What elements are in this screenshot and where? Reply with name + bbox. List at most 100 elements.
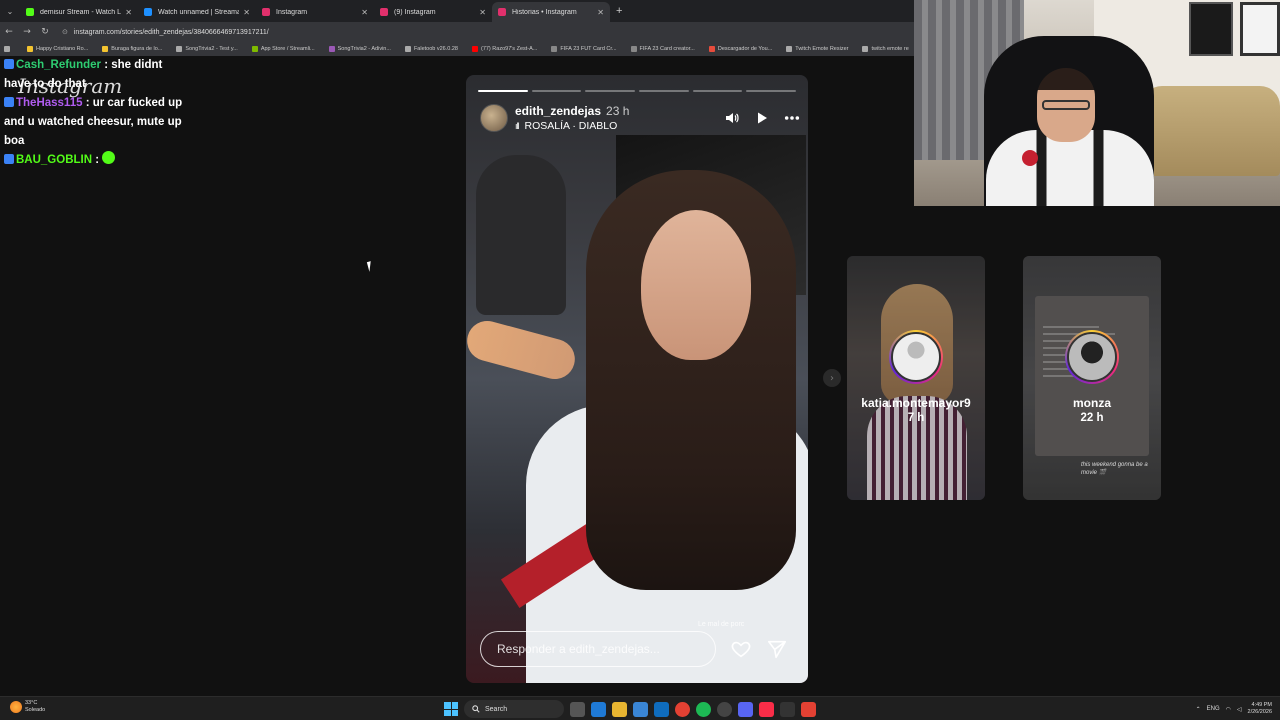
bookmark-item[interactable]: Happy Cristiano Ro... [27,46,88,52]
tab-favicon-icon [498,8,506,16]
obs-icon[interactable] [780,701,795,717]
browser-tab[interactable]: Historias • Instagram ✕ [492,2,610,22]
story-preview-card[interactable]: katia.montemayor9 7 h [847,256,985,500]
taskbar-search[interactable]: Search [464,700,564,718]
cam-glasses [1042,100,1090,110]
send-icon[interactable] [766,638,788,660]
bookmark-label: FIFA 23 FUT Card Cr... [560,46,617,52]
site-info-icon[interactable]: ⊙ [62,28,68,36]
story-preview-card[interactable]: monza 22 h this weekend gonna be a movie… [1023,256,1161,500]
github-icon[interactable] [717,701,732,717]
chat-username[interactable]: TheHass115 [16,97,83,109]
chat-text: : she didnt [104,59,163,71]
progress-segment [639,90,689,92]
chrome-icon[interactable] [675,701,690,717]
browser-tab[interactable]: demisur Stream - Watch Live o✕ [20,2,138,22]
reload-icon[interactable]: ↻ [36,27,54,37]
windows-start-icon[interactable] [444,702,458,716]
bookmark-item[interactable]: Descargador de You... [708,46,773,52]
arm [466,316,580,384]
weather-widget[interactable]: 33°C Soleado [10,700,45,714]
bookmark-item[interactable]: twitch emote re [862,46,909,52]
bookmark-label: Descargador de You... [717,46,773,52]
story-user-line: edith_zendejas 23 h [515,104,724,118]
tab-title: (9) Instagram [394,8,436,16]
task-view-icon[interactable] [570,701,585,717]
volume-tray-icon[interactable]: ◁ [1237,706,1242,713]
file-explorer-icon[interactable] [612,701,627,717]
avatar-inner [1067,332,1117,382]
play-icon[interactable] [754,110,770,126]
music-bars-icon: ıll [515,121,519,131]
bookmark-label: SongTrivia2 - Adivin... [337,46,391,52]
mail-icon[interactable] [654,701,669,717]
chat-username[interactable]: BAU_GOBLIN [16,154,92,166]
story-time: 23 h [606,104,630,118]
bookmark-label: Faletoob v26.0.28 [413,46,458,52]
bookmark-favicon-icon [471,46,478,52]
music-icon[interactable] [759,701,774,717]
close-tab-icon[interactable]: ✕ [597,8,604,17]
story-controls [724,110,800,126]
close-tab-icon[interactable]: ✕ [479,8,486,17]
bookmark-item[interactable]: FIFA 23 Card creator... [630,46,695,52]
bookmark-item[interactable]: Buraga figura de lo... [102,46,162,52]
story-viewer[interactable]: edith_zendejas 23 h ıll ROSALÍA · DIABLO [466,75,808,683]
discord-icon[interactable] [738,701,753,717]
bookmark-item[interactable]: FIFA 23 FUT Card Cr... [551,46,617,52]
bookmark-item[interactable]: SongTrivia2 - Adivin... [328,46,391,52]
new-tab-button[interactable]: + [616,5,622,17]
close-tab-icon[interactable]: ✕ [243,8,250,17]
bookmark-item[interactable]: SongTrivia2 - Test y... [176,46,238,52]
next-story-arrow-icon[interactable]: › [823,369,841,387]
bookmark-favicon-icon [551,46,558,52]
back-icon[interactable]: ← [0,27,18,37]
more-options-icon[interactable] [784,110,800,126]
bookmark-item[interactable]: Faletoob v26.0.28 [404,46,458,52]
bookmark-favicon-icon [102,46,109,52]
chat-badge-icon [4,154,14,164]
close-tab-icon[interactable]: ✕ [361,8,368,17]
song-title: ROSALÍA · DIABLO [524,120,618,132]
chat-message: and u watched cheesur, mute up [4,113,224,132]
story-username[interactable]: edith_zendejas [515,104,601,118]
lang-indicator[interactable]: ENG [1207,706,1220,712]
apps-icon[interactable] [4,46,13,52]
tab-title: Historias • Instagram [512,8,577,16]
bookmark-favicon-icon [404,46,411,52]
tab-favicon-icon [380,8,388,16]
volume-icon[interactable] [724,110,740,126]
browser-tab[interactable]: Instagram ✕ [256,2,374,22]
bookmark-item[interactable]: (77) Razo97's Zest-A... [471,46,537,52]
webcam-overlay [914,0,1280,206]
store-icon[interactable] [633,701,648,717]
browser-tab[interactable]: Watch unnamed | Streamable✕ [138,2,256,22]
bookmark-favicon-icon [708,46,715,52]
bookmark-item[interactable]: Twitch Emote Resizer [786,46,848,52]
spotify-icon[interactable] [696,701,711,717]
close-tab-icon[interactable]: ✕ [125,8,132,17]
tray-chevron-icon[interactable]: ⌃ [1196,706,1201,713]
url-field[interactable]: ⊙ instagram.com/stories/edith_zendejas/3… [62,28,269,37]
preview-username: monza [1072,396,1111,410]
forward-icon[interactable]: → [18,27,36,37]
story-song[interactable]: ıll ROSALÍA · DIABLO [515,120,724,132]
bookmark-label: Buraga figura de lo... [111,46,163,52]
reply-input[interactable]: Responder a edith_zendejas... [480,631,716,667]
bookmark-favicon-icon [27,46,33,52]
chat-text: and u watched cheesur, mute up [4,116,182,128]
taskbar-apps: Search [444,700,816,718]
wifi-icon[interactable]: ◠ [1226,706,1231,713]
clock[interactable]: 4:49 PM 2/26/2026 [1248,702,1272,716]
bookmark-favicon-icon [862,46,869,52]
bookmark-item[interactable]: App Store / Streamli... [251,46,315,52]
edge-icon[interactable] [591,701,606,717]
brave-icon[interactable] [801,701,816,717]
heart-icon[interactable] [730,638,752,660]
story-avatar[interactable] [480,104,508,132]
search-icon [472,705,480,713]
browser-tab[interactable]: (9) Instagram ✕ [374,2,492,22]
chat-text: : ur car fucked up [85,97,183,109]
chat-username[interactable]: Cash_Refunder [16,59,101,71]
tab-search-icon[interactable]: ⌄ [0,0,20,22]
